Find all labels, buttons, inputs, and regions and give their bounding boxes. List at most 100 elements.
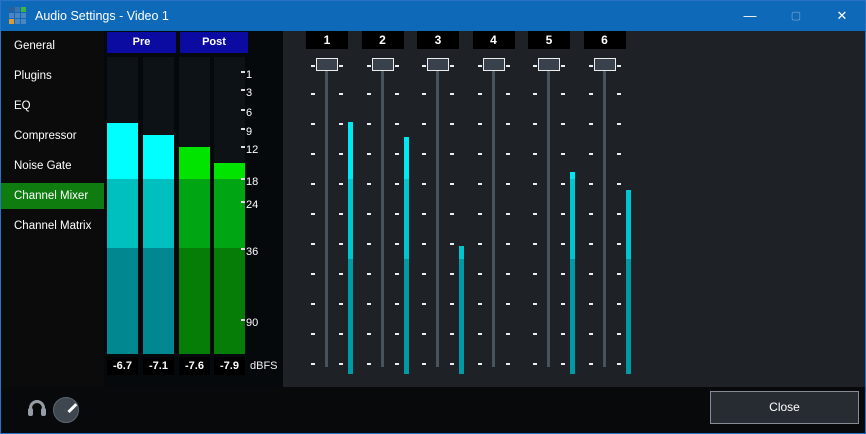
minimize-button[interactable]: — — [727, 1, 773, 31]
sidebar-item-channel-mixer[interactable]: Channel Mixer — [1, 183, 104, 209]
fader-tick — [589, 213, 593, 215]
db-scale-tick-12: 12 — [241, 146, 265, 160]
fader-tick — [339, 153, 343, 155]
fader-tick — [450, 363, 454, 365]
post-meter-bar-1 — [179, 57, 210, 354]
fader-tick — [561, 303, 565, 305]
sidebar-item-noise-gate[interactable]: Noise Gate — [1, 153, 104, 179]
fader-tick — [589, 65, 593, 67]
sidebar-item-channel-matrix[interactable]: Channel Matrix — [1, 213, 104, 239]
channel-header-2: 2 — [362, 31, 404, 49]
sidebar: General Plugins EQ Compressor Noise Gate Chan… — [1, 31, 104, 387]
sidebar-item-plugins[interactable]: Plugins — [1, 63, 104, 89]
fader-tick — [395, 363, 399, 365]
fader-tick — [422, 183, 426, 185]
fader-track-3[interactable] — [436, 59, 439, 367]
fader-tick — [450, 183, 454, 185]
db-scale-tick-3: 3 — [241, 89, 265, 103]
fader-tick — [450, 213, 454, 215]
fader-tick — [422, 213, 426, 215]
titlebar: Audio Settings - Video 1 — ▢ ✕ — [1, 1, 865, 31]
fader-tick — [450, 123, 454, 125]
pre-level-value-2: -7.1 — [143, 357, 174, 375]
fader-tick — [506, 273, 510, 275]
window-title: Audio Settings - Video 1 — [35, 1, 169, 31]
sidebar-item-compressor[interactable]: Compressor — [1, 123, 104, 149]
fader-handle-6[interactable] — [594, 58, 616, 71]
channel-level-meter-2 — [404, 59, 409, 374]
fader-tick — [506, 153, 510, 155]
channel-strip-6: 6 — [577, 31, 633, 387]
fader-handle-2[interactable] — [372, 58, 394, 71]
channel-header-4: 4 — [473, 31, 515, 49]
fader-track-5[interactable] — [547, 59, 550, 367]
headphones-icon[interactable] — [28, 400, 46, 417]
fader-tick — [506, 123, 510, 125]
fader-tick — [533, 273, 537, 275]
fader-tick — [589, 183, 593, 185]
fader-tick — [478, 153, 482, 155]
fader-tick — [478, 213, 482, 215]
headphone-volume-knob[interactable] — [53, 397, 79, 423]
fader-tick — [422, 303, 426, 305]
fader-tick — [533, 303, 537, 305]
fader-tick — [311, 65, 315, 67]
fader-tick — [589, 93, 593, 95]
close-button[interactable]: Close — [710, 391, 859, 424]
fader-tick — [339, 183, 343, 185]
db-scale-tick-90: 90 — [241, 319, 265, 333]
fader-tick — [339, 303, 343, 305]
fader-tick — [589, 273, 593, 275]
fader-tick — [617, 303, 621, 305]
close-window-button[interactable]: ✕ — [819, 1, 865, 31]
fader-tick — [395, 65, 399, 67]
fader-tick — [533, 93, 537, 95]
fader-tick — [311, 153, 315, 155]
fader-tick — [561, 65, 565, 67]
db-scale-tick-1: 1 — [241, 71, 265, 85]
fader-tick — [506, 183, 510, 185]
fader-tick — [506, 303, 510, 305]
fader-handle-5[interactable] — [538, 58, 560, 71]
fader-tick — [589, 303, 593, 305]
fader-tick — [311, 273, 315, 275]
db-scale-tick-36: 36 — [241, 248, 265, 262]
fader-tick — [395, 243, 399, 245]
fader-tick — [506, 65, 510, 67]
fader-tick — [617, 93, 621, 95]
fader-tick — [395, 213, 399, 215]
fader-tick — [533, 243, 537, 245]
fader-tick — [533, 333, 537, 335]
fader-track-2[interactable] — [381, 59, 384, 367]
db-scale-tick-9: 9 — [241, 128, 265, 142]
fader-tick — [367, 273, 371, 275]
fader-tick — [422, 243, 426, 245]
fader-tick — [395, 303, 399, 305]
fader-tick — [311, 183, 315, 185]
post-meter-label: Post — [180, 32, 248, 53]
fader-handle-3[interactable] — [427, 58, 449, 71]
fader-tick — [561, 273, 565, 275]
db-scale-tick-24: 24 — [241, 201, 265, 215]
fader-tick — [422, 153, 426, 155]
fader-track-6[interactable] — [603, 59, 606, 367]
sidebar-item-general[interactable]: General — [1, 33, 104, 59]
meter-panel: Pre Post -6.7-7.1-7.6-7.9 dBFS 136912182… — [104, 31, 283, 387]
sidebar-item-eq[interactable]: EQ — [1, 93, 104, 119]
fader-tick — [450, 303, 454, 305]
fader-tick — [311, 333, 315, 335]
fader-tick — [311, 303, 315, 305]
fader-tick — [367, 153, 371, 155]
fader-tick — [533, 65, 537, 67]
fader-tick — [311, 93, 315, 95]
fader-track-1[interactable] — [325, 59, 328, 367]
fader-track-4[interactable] — [492, 59, 495, 367]
pre-meter-label: Pre — [107, 32, 176, 53]
channel-level-meter-3 — [459, 59, 464, 374]
fader-tick — [561, 183, 565, 185]
footer-bar: Close — [1, 387, 866, 434]
fader-tick — [422, 333, 426, 335]
fader-handle-1[interactable] — [316, 58, 338, 71]
fader-handle-4[interactable] — [483, 58, 505, 71]
fader-tick — [617, 273, 621, 275]
